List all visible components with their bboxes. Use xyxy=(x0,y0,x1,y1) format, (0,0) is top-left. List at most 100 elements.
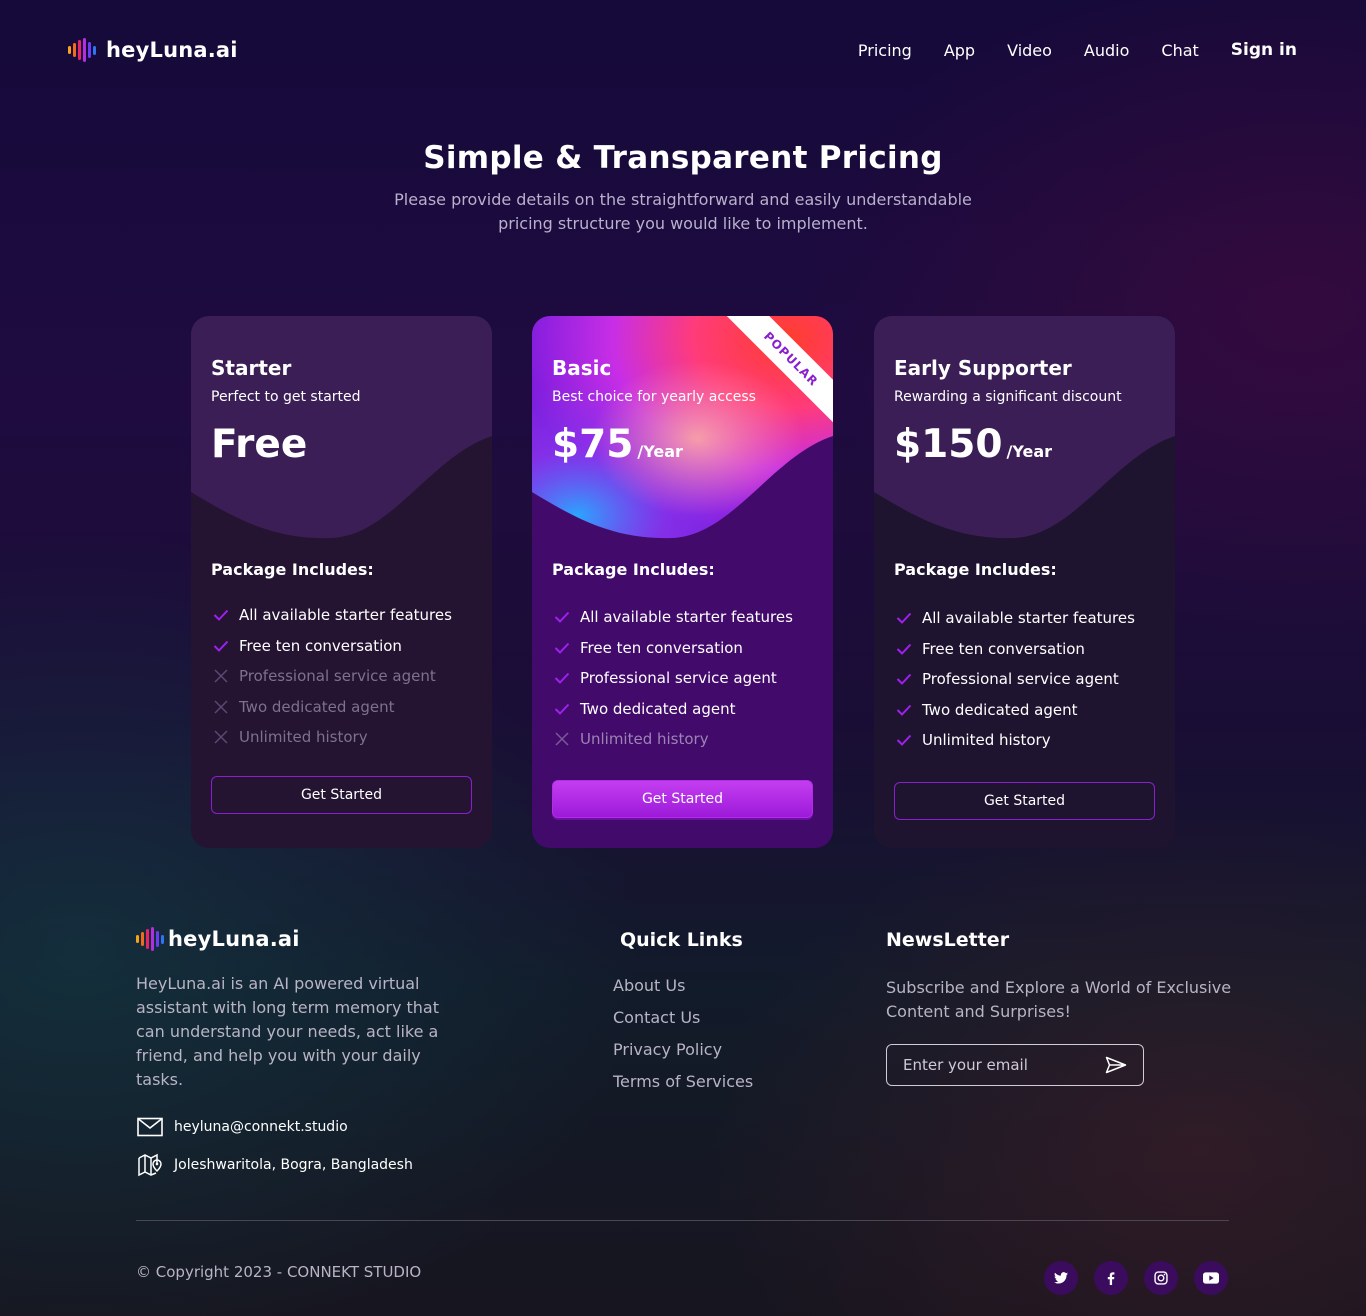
instagram-icon[interactable] xyxy=(1144,1261,1178,1295)
feature-item: Professional service agent xyxy=(894,664,1135,695)
plan-name: Starter xyxy=(211,356,292,380)
nav-app[interactable]: App xyxy=(944,41,975,60)
footer-email[interactable]: heyluna@connekt.studio xyxy=(136,1113,348,1141)
send-icon[interactable] xyxy=(1105,1056,1127,1074)
check-icon xyxy=(894,608,914,628)
twitter-icon[interactable] xyxy=(1044,1261,1078,1295)
mail-icon xyxy=(136,1113,164,1141)
newsletter-text: Subscribe and Explore a World of Exclusi… xyxy=(886,978,1232,1021)
feature-text: Unlimited history xyxy=(580,730,709,749)
main-nav: Pricing App Video Audio Chat Sign in xyxy=(826,40,1297,60)
newsletter-email-input[interactable] xyxy=(903,1056,1093,1074)
plan-description: Rewarding a significant discount xyxy=(894,389,1122,405)
facebook-icon[interactable] xyxy=(1094,1261,1128,1295)
feature-item: Free ten conversation xyxy=(552,633,793,664)
nav-video[interactable]: Video xyxy=(1007,41,1052,60)
copyright-text: © Copyright 2023 - CONNEKT STUDIO xyxy=(136,1263,422,1281)
page-subtitle: Please provide details on the straightfo… xyxy=(383,188,983,236)
page-subtitle-line-1: Please provide details on the straightfo… xyxy=(394,190,972,209)
quick-links-heading: Quick Links xyxy=(620,929,743,951)
feature-item: Free ten conversation xyxy=(211,631,452,662)
feature-list: All available starter features Free ten … xyxy=(552,602,793,755)
plan-price: $75 /Year xyxy=(552,422,683,467)
feature-text: Unlimited history xyxy=(239,728,368,747)
feature-item: Free ten conversation xyxy=(894,634,1135,665)
feature-item: All available starter features xyxy=(894,603,1135,634)
plan-description: Best choice for yearly access xyxy=(552,389,756,405)
footer-link-terms[interactable]: Terms of Services xyxy=(613,1072,753,1104)
feature-text: Unlimited history xyxy=(922,731,1051,750)
quick-links-list: About Us Contact Us Privacy Policy Terms… xyxy=(613,976,753,1104)
footer-email-text: heyluna@connekt.studio xyxy=(174,1119,348,1135)
check-icon xyxy=(894,730,914,750)
feature-text: All available starter features xyxy=(922,609,1135,628)
plan-card-basic: POPULAR Basic Best choice for yearly acc… xyxy=(532,316,833,848)
cross-icon xyxy=(211,727,231,747)
brand-logo[interactable]: heyLuna.ai xyxy=(68,38,238,62)
page-title: Simple & Transparent Pricing xyxy=(423,140,943,176)
price-period: /Year xyxy=(637,442,683,461)
feature-item: Professional service agent xyxy=(211,661,452,692)
footer-divider xyxy=(136,1220,1229,1221)
footer-logo[interactable]: heyLuna.ai xyxy=(136,927,300,951)
plan-name: Basic xyxy=(552,356,612,380)
nav-chat[interactable]: Chat xyxy=(1161,41,1198,60)
social-links xyxy=(1044,1261,1228,1295)
feature-list: All available starter features Free ten … xyxy=(211,600,452,753)
feature-text: Professional service agent xyxy=(922,670,1119,689)
footer-link-contact[interactable]: Contact Us xyxy=(613,1008,753,1040)
check-icon xyxy=(894,639,914,659)
check-icon xyxy=(211,636,231,656)
get-started-button[interactable]: Get Started xyxy=(894,782,1155,820)
feature-item: Two dedicated agent xyxy=(552,694,793,725)
get-started-button[interactable]: Get Started xyxy=(211,776,472,814)
check-icon xyxy=(552,699,572,719)
feature-item: Unlimited history xyxy=(894,725,1135,756)
price-amount: Free xyxy=(211,422,308,467)
feature-text: Professional service agent xyxy=(580,669,777,688)
logo-mark-icon xyxy=(68,38,96,62)
cross-icon xyxy=(211,666,231,686)
feature-item: Unlimited history xyxy=(211,722,452,753)
feature-item: Two dedicated agent xyxy=(211,692,452,723)
feature-text: Two dedicated agent xyxy=(922,700,1078,719)
footer-link-about[interactable]: About Us xyxy=(613,976,753,1008)
page-subtitle-line-2: pricing structure you would like to impl… xyxy=(498,214,868,233)
plan-description: Perfect to get started xyxy=(211,389,361,405)
sign-in-link[interactable]: Sign in xyxy=(1231,40,1297,60)
feature-item: Professional service agent xyxy=(552,663,793,694)
nav-audio[interactable]: Audio xyxy=(1084,41,1129,60)
feature-item: Two dedicated agent xyxy=(894,695,1135,726)
price-period: /Year xyxy=(1006,442,1053,461)
footer-about-text: HeyLuna.ai is an AI powered virtual assi… xyxy=(136,974,439,1089)
footer-link-privacy[interactable]: Privacy Policy xyxy=(613,1040,753,1072)
feature-text: Free ten conversation xyxy=(922,639,1085,658)
plan-card-starter: Starter Perfect to get started Free Pack… xyxy=(191,316,492,848)
nav-pricing[interactable]: Pricing xyxy=(858,41,912,60)
package-includes-heading: Package Includes: xyxy=(211,560,374,579)
check-icon xyxy=(552,668,572,688)
feature-text: All available starter features xyxy=(580,608,793,627)
feature-text: All available starter features xyxy=(239,606,452,625)
feature-text: Two dedicated agent xyxy=(239,697,395,716)
price-amount: $75 xyxy=(552,422,634,467)
brand-name: heyLuna.ai xyxy=(106,38,238,62)
package-includes-heading: Package Includes: xyxy=(894,560,1057,579)
cross-icon xyxy=(552,729,572,749)
youtube-icon[interactable] xyxy=(1194,1261,1228,1295)
feature-item: All available starter features xyxy=(552,602,793,633)
plan-card-early-supporter: Early Supporter Rewarding a significant … xyxy=(874,316,1175,848)
feature-text: Two dedicated agent xyxy=(580,699,736,718)
check-icon xyxy=(552,638,572,658)
feature-item: Unlimited history xyxy=(552,724,793,755)
check-icon xyxy=(894,700,914,720)
plan-name: Early Supporter xyxy=(894,356,1072,380)
price-amount: $150 xyxy=(894,422,1003,467)
feature-text: Professional service agent xyxy=(239,667,436,686)
footer-address: Joleshwaritola, Bogra, Bangladesh xyxy=(136,1151,413,1179)
package-includes-heading: Package Includes: xyxy=(552,560,715,579)
get-started-button[interactable]: Get Started xyxy=(552,780,813,818)
footer-brand-name: heyLuna.ai xyxy=(168,927,300,951)
cross-icon xyxy=(211,697,231,717)
newsletter-heading: NewsLetter xyxy=(886,929,1010,951)
